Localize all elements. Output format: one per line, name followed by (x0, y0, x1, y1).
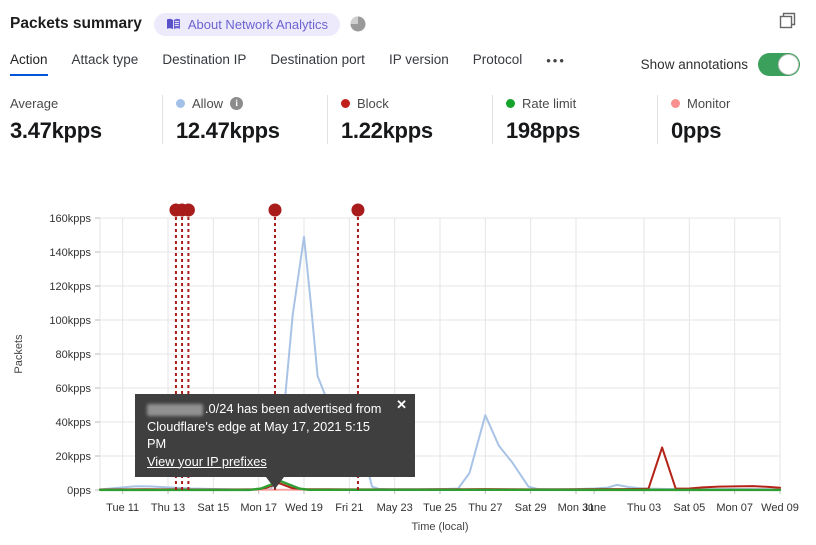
stat-average: Average 3.47kpps (10, 95, 162, 144)
tabs-bar: Action Attack type Destination IP Destinati… (10, 52, 800, 76)
tab-destination-ip[interactable]: Destination IP (162, 52, 246, 76)
tooltip-close-icon[interactable]: ✕ (396, 398, 407, 412)
legend-dot (176, 98, 185, 108)
x-tick-label: Sat 29 (515, 502, 547, 514)
badge-label: About Network Analytics (187, 16, 329, 32)
redacted-ip-prefix (147, 403, 203, 416)
legend-dot (671, 98, 680, 108)
stats-row: Average 3.47kpps Allow i 12.47kpps Block 1.22k… (10, 95, 816, 144)
stat-label: Block (357, 95, 389, 111)
x-tick-label: Tue 25 (423, 502, 457, 514)
view-ip-prefixes-link[interactable]: View your IP prefixes (147, 454, 267, 469)
stat-allow: Allow i 12.47kpps (162, 95, 327, 144)
x-tick-label: Wed 09 (761, 502, 799, 514)
x-tick-label: Sat 05 (673, 502, 705, 514)
y-tick-label: 40kpps (56, 417, 92, 429)
book-icon (166, 18, 181, 31)
stat-rate-limit: Rate limit 198pps (492, 95, 657, 144)
stat-value: 3.47kpps (10, 118, 102, 143)
stat-label: Monitor (687, 95, 731, 111)
legend-dot (341, 98, 350, 108)
stat-label: Rate limit (522, 95, 577, 111)
tooltip-line-1: .0/24 has been advertised from (147, 400, 389, 418)
show-annotations-toggle[interactable] (758, 52, 800, 76)
stat-block: Block 1.22kpps (327, 95, 492, 144)
tooltip-line-2: Cloudflare's edge at May 17, 2021 5:15 P… (147, 418, 370, 452)
stat-label: Average (10, 95, 59, 111)
x-tick-label: Thu 27 (468, 502, 502, 514)
info-icon[interactable]: i (230, 96, 244, 110)
annotation-tooltip: .0/24 has been advertised from Cloudflar… (135, 394, 415, 489)
legend-dot (506, 98, 515, 108)
x-tick-label: Tue 11 (106, 502, 139, 514)
x-tick-label: May 23 (377, 502, 413, 514)
tab-attack-type[interactable]: Attack type (72, 52, 139, 76)
tab-action[interactable]: Action (10, 52, 48, 76)
show-annotations-control: Show annotations (640, 52, 800, 76)
y-tick-label: 80kpps (56, 349, 92, 361)
stat-value: 198pps (506, 118, 581, 143)
x-axis-title: Time (local) (411, 521, 468, 533)
x-tick-label: June (582, 502, 606, 514)
x-tick-label: Mon 07 (716, 502, 753, 514)
packets-summary-panel: { "header": { "title": "Packets summary"… (0, 0, 816, 545)
y-tick-label: 120kpps (49, 281, 91, 293)
tooltip-arrow (266, 477, 284, 489)
y-tick-label: 160kpps (49, 213, 91, 225)
x-tick-label: Thu 13 (151, 502, 185, 514)
annotation-dot[interactable] (268, 203, 282, 217)
page-title: Packets summary (10, 15, 142, 32)
tab-ip-version[interactable]: IP version (389, 52, 449, 76)
header: Packets summary About Network Analytics (10, 10, 786, 38)
stat-label: Allow (192, 95, 224, 111)
stat-value: 12.47kpps (176, 118, 280, 143)
y-tick-label: 100kpps (49, 315, 91, 327)
y-tick-label: 140kpps (49, 247, 91, 259)
x-tick-label: Fri 21 (335, 502, 363, 514)
about-network-analytics-badge[interactable]: About Network Analytics (153, 12, 341, 36)
show-annotations-label: Show annotations (640, 56, 748, 72)
annotation-dot[interactable] (351, 203, 365, 217)
annotation-dot[interactable] (181, 203, 195, 217)
y-axis-title: Packets (13, 334, 25, 374)
tabs-more-button[interactable]: ••• (546, 53, 566, 75)
stat-monitor: Monitor 0pps (657, 95, 816, 144)
stat-value: 0pps (671, 118, 722, 143)
tab-protocol[interactable]: Protocol (473, 52, 523, 76)
copy-icon[interactable] (779, 12, 796, 34)
y-tick-label: 20kpps (56, 451, 92, 463)
x-tick-label: Thu 03 (627, 502, 661, 514)
stat-value: 1.22kpps (341, 118, 433, 143)
y-tick-label: 0pps (67, 485, 91, 497)
tab-destination-port[interactable]: Destination port (270, 52, 365, 76)
y-tick-label: 60kpps (56, 383, 92, 395)
toggle-knob (778, 53, 799, 75)
x-tick-label: Sat 15 (197, 502, 229, 514)
x-tick-label: Mon 17 (240, 502, 277, 514)
pie-chart-icon[interactable] (350, 16, 366, 32)
x-tick-label: Wed 19 (285, 502, 323, 514)
